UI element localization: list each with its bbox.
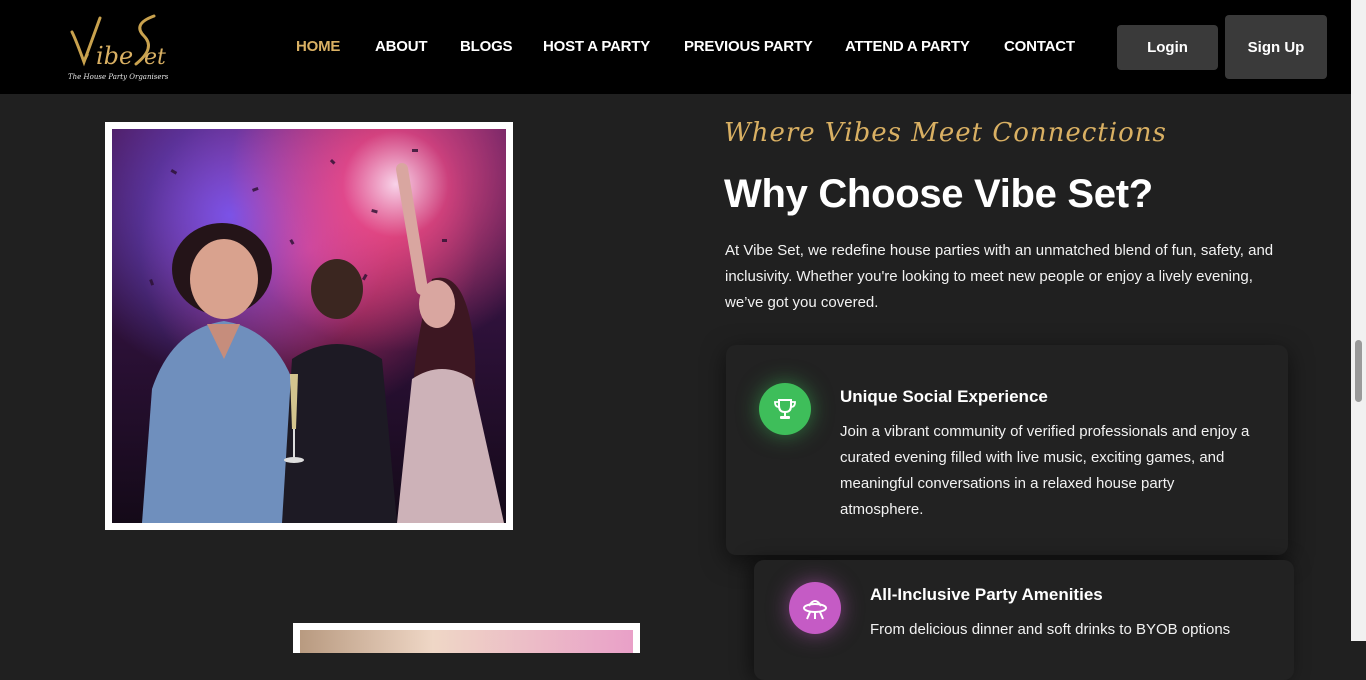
- feature-description: From delicious dinner and soft drinks to…: [870, 621, 1231, 638]
- trophy-icon: [759, 383, 811, 435]
- signup-button[interactable]: Sign Up: [1225, 15, 1327, 79]
- scrollbar-thumb[interactable]: [1355, 340, 1362, 402]
- nav-blogs[interactable]: BLOGS: [460, 38, 513, 55]
- svg-text:et: et: [144, 45, 166, 70]
- top-navbar: ibe et The House Party Organisers HOME A…: [0, 0, 1366, 94]
- section-intro: At Vibe Set, we redefine house parties w…: [725, 242, 1274, 311]
- party-photo: [105, 122, 513, 530]
- script-heading: Where Vibes Meet Connections: [724, 118, 1167, 148]
- nav-host-a-party[interactable]: HOST A PARTY: [543, 38, 650, 55]
- ufo-icon: [789, 582, 841, 634]
- nav-previous-party[interactable]: PREVIOUS PARTY: [684, 38, 813, 55]
- feature-description: Join a vibrant community of verified pro…: [840, 423, 1250, 518]
- svg-text:ibe: ibe: [96, 42, 133, 70]
- logo-tagline: The House Party Organisers: [68, 73, 169, 81]
- party-photo-image: [112, 129, 506, 523]
- nav-attend-a-party[interactable]: ATTEND A PARTY: [845, 38, 970, 55]
- feature-title: Unique Social Experience: [840, 387, 1048, 406]
- login-button[interactable]: Login: [1117, 25, 1218, 70]
- vibeset-logo[interactable]: ibe et The House Party Organisers: [62, 10, 177, 88]
- nav-about[interactable]: ABOUT: [375, 38, 428, 55]
- nav-contact[interactable]: CONTACT: [1004, 38, 1075, 55]
- second-party-photo: [293, 623, 640, 653]
- nav-home[interactable]: HOME: [296, 38, 340, 55]
- page-scrollbar[interactable]: [1351, 0, 1366, 641]
- feature-title: All-Inclusive Party Amenities: [870, 585, 1103, 604]
- section-title: Why Choose Vibe Set?: [724, 172, 1153, 216]
